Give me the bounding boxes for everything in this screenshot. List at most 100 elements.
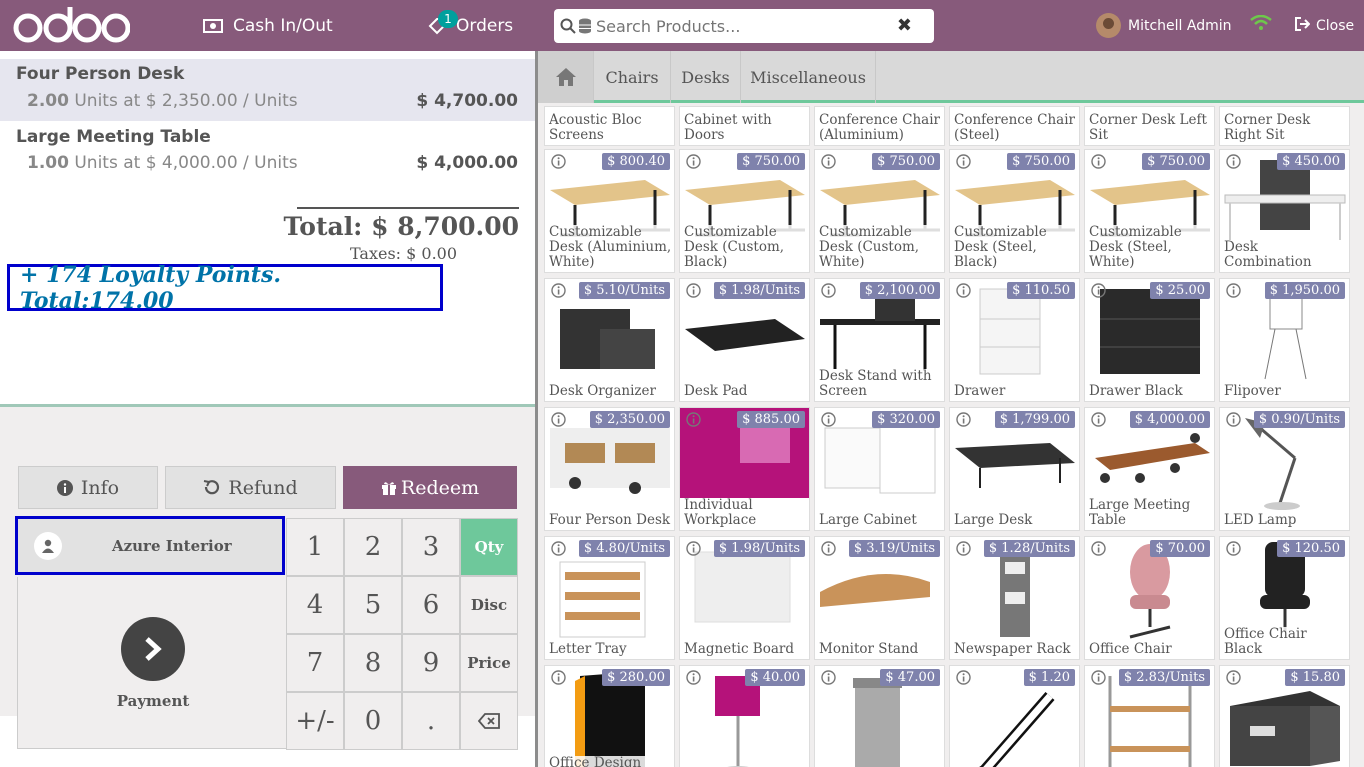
product-card[interactable]: $ 3.19/Units Monitor Stand xyxy=(814,536,945,660)
product-card[interactable]: $ 47.00 xyxy=(814,665,945,767)
info-icon[interactable] xyxy=(1226,154,1241,169)
info-icon[interactable] xyxy=(956,412,971,427)
product-card[interactable]: $ 1,799.00 Large Desk xyxy=(949,407,1080,531)
product-card[interactable]: $ 885.00 Individual Workplace xyxy=(679,407,810,531)
info-icon[interactable] xyxy=(1226,670,1241,685)
category-desks[interactable]: Desks xyxy=(671,51,741,103)
info-icon[interactable] xyxy=(686,283,701,298)
product-card[interactable]: $ 280.00 Office Design Software xyxy=(544,665,675,767)
info-icon[interactable] xyxy=(1091,283,1106,298)
decimal-key[interactable]: . xyxy=(402,692,460,750)
info-icon[interactable] xyxy=(956,670,971,685)
cash-in-out-button[interactable]: Cash In/Out xyxy=(203,0,333,51)
disc-mode-button[interactable]: Disc xyxy=(460,576,518,634)
product-name: Conference Chair (Aluminium) xyxy=(819,113,942,143)
product-card[interactable]: $ 4.80/Units Letter Tray xyxy=(544,536,675,660)
numpad-key[interactable]: 4 xyxy=(286,576,344,634)
numpad-key[interactable]: 0 xyxy=(344,692,402,750)
category-miscellaneous[interactable]: Miscellaneous xyxy=(741,51,876,103)
info-icon[interactable] xyxy=(956,154,971,169)
price-mode-button[interactable]: Price xyxy=(460,634,518,692)
product-card[interactable]: $ 2.83/Units xyxy=(1084,665,1215,767)
orders-button[interactable]: 1 Orders xyxy=(428,0,513,51)
product-card[interactable]: $ 750.00 Customizable Desk (Custom, White… xyxy=(814,149,945,273)
product-card[interactable]: Corner Desk Right Sit xyxy=(1219,106,1350,146)
info-icon[interactable] xyxy=(1226,283,1241,298)
numpad-key[interactable]: 6 xyxy=(402,576,460,634)
info-icon[interactable] xyxy=(551,412,566,427)
numpad-key[interactable]: 9 xyxy=(402,634,460,692)
info-icon[interactable] xyxy=(1226,541,1241,556)
info-icon[interactable] xyxy=(686,154,701,169)
info-icon[interactable] xyxy=(686,412,701,427)
product-card[interactable]: $ 25.00 Drawer Black xyxy=(1084,278,1215,402)
product-card[interactable]: $ 70.00 Office Chair xyxy=(1084,536,1215,660)
clear-search-icon[interactable]: ✖ xyxy=(897,15,912,36)
category-chairs[interactable]: Chairs xyxy=(594,51,671,103)
product-card[interactable]: $ 0.90/Units LED Lamp xyxy=(1219,407,1350,531)
numpad-key[interactable]: 2 xyxy=(344,518,402,576)
info-icon[interactable] xyxy=(1091,541,1106,556)
product-card[interactable]: $ 1,950.00 Flipover xyxy=(1219,278,1350,402)
info-icon[interactable] xyxy=(551,154,566,169)
product-search[interactable]: ✖ xyxy=(554,9,934,43)
product-card[interactable]: $ 40.00 xyxy=(679,665,810,767)
info-icon[interactable] xyxy=(956,283,971,298)
product-card[interactable]: $ 120.50 Office Chair Black xyxy=(1219,536,1350,660)
product-card[interactable]: $ 1.20 xyxy=(949,665,1080,767)
product-card[interactable]: $ 750.00 Customizable Desk (Steel, Black) xyxy=(949,149,1080,273)
product-card[interactable]: Cabinet with Doors xyxy=(679,106,810,146)
product-card[interactable]: $ 110.50 Drawer xyxy=(949,278,1080,402)
redeem-button[interactable]: Redeem xyxy=(343,466,517,509)
search-input[interactable] xyxy=(596,16,886,36)
numpad-key[interactable]: 1 xyxy=(286,518,344,576)
refund-button[interactable]: Refund xyxy=(165,466,336,509)
product-card[interactable]: Conference Chair (Aluminium) xyxy=(814,106,945,146)
product-card[interactable]: $ 1.28/Units Newspaper Rack xyxy=(949,536,1080,660)
product-card[interactable]: Corner Desk Left Sit xyxy=(1084,106,1215,146)
info-icon[interactable] xyxy=(821,154,836,169)
info-icon[interactable] xyxy=(821,541,836,556)
numpad-key[interactable]: 7 xyxy=(286,634,344,692)
info-icon[interactable] xyxy=(821,412,836,427)
product-card[interactable]: $ 15.80 xyxy=(1219,665,1350,767)
info-icon[interactable] xyxy=(686,670,701,685)
product-card[interactable]: $ 450.00 Desk Combination xyxy=(1219,149,1350,273)
info-button[interactable]: Info xyxy=(18,466,158,509)
info-icon[interactable] xyxy=(1091,154,1106,169)
product-card[interactable]: $ 2,100.00 Desk Stand with Screen xyxy=(814,278,945,402)
numpad-key[interactable]: 5 xyxy=(344,576,402,634)
numpad-key[interactable]: 3 xyxy=(402,518,460,576)
product-card[interactable]: $ 1.98/Units Magnetic Board xyxy=(679,536,810,660)
product-card[interactable]: Conference Chair (Steel) xyxy=(949,106,1080,146)
product-card[interactable]: $ 800.40 Customizable Desk (Aluminium, Wh… xyxy=(544,149,675,273)
odoo-logo[interactable] xyxy=(12,5,130,45)
info-icon[interactable] xyxy=(1091,670,1106,685)
product-card[interactable]: Acoustic Bloc Screens xyxy=(544,106,675,146)
info-icon[interactable] xyxy=(821,283,836,298)
qty-mode-button[interactable]: Qty xyxy=(460,518,518,576)
product-card[interactable]: $ 320.00 Large Cabinet xyxy=(814,407,945,531)
plus-minus-key[interactable]: +/- xyxy=(286,692,344,750)
product-card[interactable]: $ 1.98/Units Desk Pad xyxy=(679,278,810,402)
product-card[interactable]: $ 5.10/Units Desk Organizer xyxy=(544,278,675,402)
info-icon[interactable] xyxy=(551,283,566,298)
info-icon[interactable] xyxy=(1226,412,1241,427)
home-category-button[interactable] xyxy=(538,51,594,103)
product-card[interactable]: $ 4,000.00 Large Meeting Table xyxy=(1084,407,1215,531)
info-icon[interactable] xyxy=(686,541,701,556)
customer-button[interactable]: Azure Interior xyxy=(15,516,285,575)
product-card[interactable]: $ 2,350.00 Four Person Desk xyxy=(544,407,675,531)
info-icon[interactable] xyxy=(551,670,566,685)
numpad-key[interactable]: 8 xyxy=(344,634,402,692)
info-icon[interactable] xyxy=(551,541,566,556)
user-menu[interactable]: Mitchell Admin xyxy=(1096,0,1232,51)
info-icon[interactable] xyxy=(821,670,836,685)
close-button[interactable]: Close xyxy=(1294,0,1354,51)
info-icon[interactable] xyxy=(956,541,971,556)
backspace-key[interactable] xyxy=(460,692,518,750)
product-card[interactable]: $ 750.00 Customizable Desk (Custom, Black… xyxy=(679,149,810,273)
product-card[interactable]: $ 750.00 Customizable Desk (Steel, White) xyxy=(1084,149,1215,273)
info-icon[interactable] xyxy=(1091,412,1106,427)
payment-button[interactable] xyxy=(121,617,185,681)
